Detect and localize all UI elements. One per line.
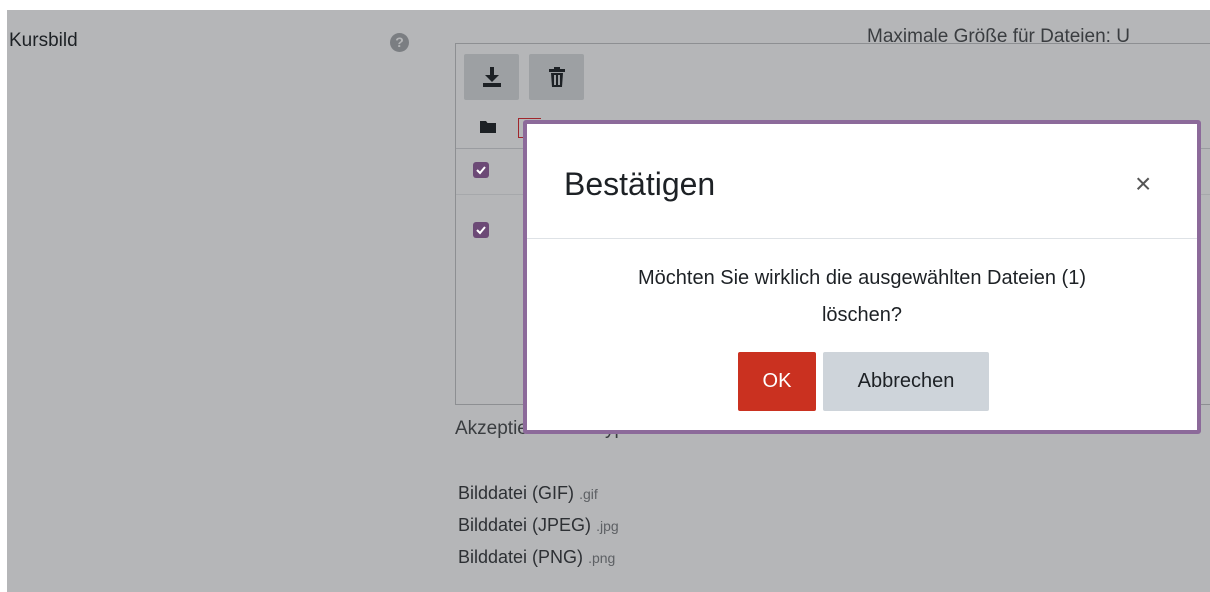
ok-button[interactable]: OK [738,352,816,411]
accepted-type-label: Bilddatei (PNG) [458,547,584,567]
dialog-header: Bestätigen × [527,124,1197,239]
dialog-message-line: Möchten Sie wirklich die ausgewählten Da… [637,267,1086,289]
accepted-type-ext: .jpg [596,518,619,534]
download-icon [483,67,501,87]
page-backdrop: Kursbild ? Maximale Größe für Dateien: U [7,10,1210,592]
close-icon[interactable]: × [1135,170,1151,198]
accepted-type-label: Bilddatei (JPEG) [458,515,592,535]
accepted-type-ext: .png [588,550,616,566]
dialog-title: Bestätigen [564,166,716,202]
delete-button[interactable] [529,54,584,100]
accepted-type-item: Bilddatei (PNG) .png [458,547,615,568]
select-all-checkbox[interactable] [473,162,489,178]
accepted-type-item: Bilddatei (GIF) .gif [458,483,598,504]
accepted-type-label: Bilddatei (GIF) [458,483,575,503]
field-label-kursbild: Kursbild [9,30,78,51]
file-row-checkbox[interactable] [473,222,489,238]
accepted-type-item: Bilddatei (JPEG) .jpg [458,515,619,536]
question-circle-icon[interactable]: ? [390,33,409,52]
folder-icon[interactable] [480,120,496,133]
dialog-message: Möchten Sie wirklich die ausgewählten Da… [527,260,1197,334]
dialog-message-line: löschen? [821,304,903,326]
accepted-type-ext: .gif [579,486,598,502]
download-button[interactable] [464,54,519,100]
confirm-dialog: Bestätigen × Möchten Sie wirklich die au… [523,120,1201,434]
cancel-button[interactable]: Abbrechen [823,352,989,411]
trash-icon [549,67,565,87]
